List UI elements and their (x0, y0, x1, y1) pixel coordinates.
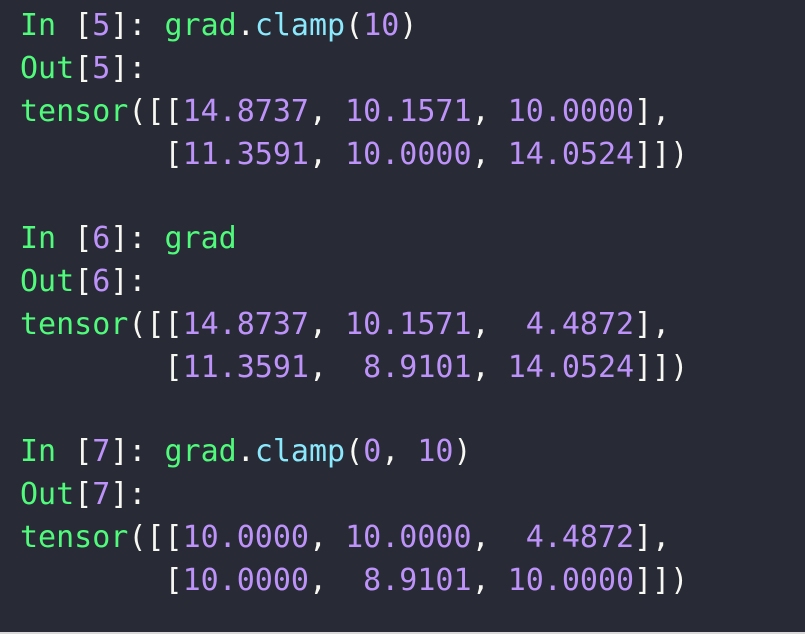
tensor-value: 8.9101 (345, 563, 472, 598)
tensor-value: 10.0000 (182, 563, 309, 598)
out-prompt-number: 6 (92, 264, 111, 299)
in-prompt-label: In (20, 434, 57, 469)
code-argument: 10 (417, 434, 454, 469)
code-argument: 10 (363, 8, 400, 43)
tensor-function: tensor (20, 94, 129, 129)
output-line: Out[6]: (20, 264, 147, 299)
tensor-value: 11.3591 (182, 350, 309, 385)
input-line: In [6]: grad (20, 221, 237, 256)
output-line: Out[7]: (20, 477, 147, 512)
input-line: In [7]: grad.clamp(0, 10) (20, 434, 472, 469)
output-line: Out[5]: (20, 51, 147, 86)
tensor-row: tensor([[14.8737, 10.1571, 4.4872], (20, 307, 671, 342)
tensor-function: tensor (20, 520, 129, 555)
tensor-value: 10.0000 (507, 94, 635, 129)
out-prompt-number: 7 (92, 477, 111, 512)
code-method: clamp (254, 434, 346, 469)
in-prompt-number: 6 (92, 221, 111, 256)
out-prompt-number: 5 (92, 51, 111, 86)
cell-separator (20, 176, 805, 217)
out-prompt-label: Out (20, 51, 75, 86)
tensor-row: [10.0000, 8.9101, 10.0000]]) (20, 563, 689, 598)
code-argument: 0 (363, 434, 382, 469)
tensor-row: [11.3591, 10.0000, 14.0524]]) (20, 137, 689, 172)
ipython-terminal[interactable]: In [5]: grad.clamp(10) Out[5]: tensor([[… (0, 0, 805, 634)
in-prompt-label: In (20, 8, 57, 43)
tensor-value: 4.4872 (507, 520, 635, 555)
tensor-value: 10.0000 (345, 520, 472, 555)
tensor-value: 14.0524 (507, 137, 635, 172)
tensor-value: 11.3591 (182, 137, 309, 172)
tensor-value: 10.0000 (182, 520, 309, 555)
tensor-value: 10.1571 (345, 307, 472, 342)
tensor-function: tensor (20, 307, 129, 342)
tensor-value: 14.8737 (182, 94, 309, 129)
tensor-value: 14.0524 (507, 350, 635, 385)
out-prompt-label: Out (20, 264, 75, 299)
input-line: In [5]: grad.clamp(10) (20, 8, 418, 43)
tensor-row: tensor([[14.8737, 10.1571, 10.0000], (20, 94, 671, 129)
tensor-row: [11.3591, 8.9101, 14.0524]]) (20, 350, 689, 385)
tensor-value: 4.4872 (507, 307, 635, 342)
tensor-value: 14.8737 (182, 307, 309, 342)
in-prompt-label: In (20, 221, 57, 256)
in-prompt-number: 7 (92, 434, 111, 469)
code-variable: grad (164, 434, 237, 469)
cell-separator (20, 389, 805, 430)
tensor-value: 10.0000 (507, 563, 635, 598)
tensor-value: 10.1571 (345, 94, 472, 129)
tensor-row: tensor([[10.0000, 10.0000, 4.4872], (20, 520, 671, 555)
code-variable: grad (164, 8, 237, 43)
code-method: clamp (254, 8, 346, 43)
out-prompt-label: Out (20, 477, 75, 512)
tensor-value: 8.9101 (345, 350, 472, 385)
in-prompt-number: 5 (92, 8, 111, 43)
code-variable: grad (164, 221, 237, 256)
tensor-value: 10.0000 (345, 137, 472, 172)
